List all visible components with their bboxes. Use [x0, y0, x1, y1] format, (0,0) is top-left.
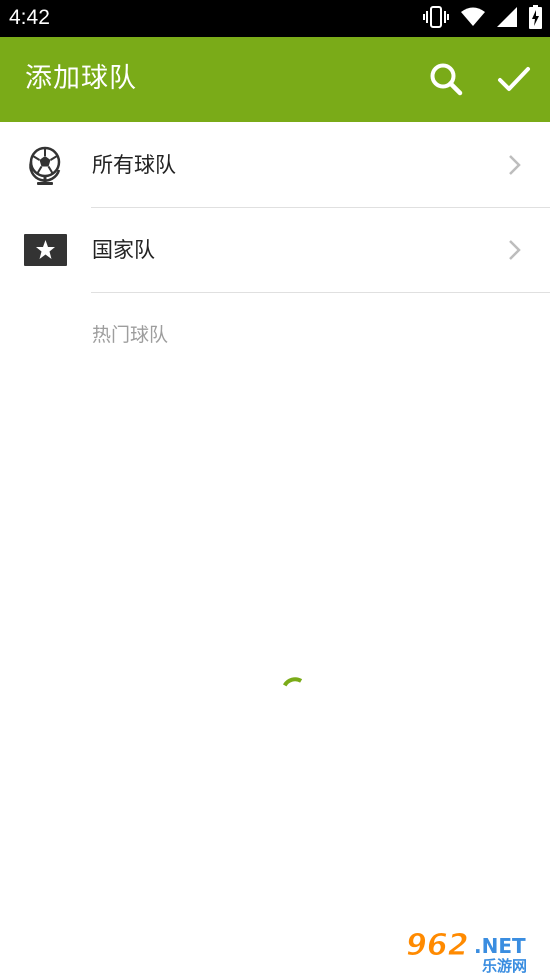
- section-header-popular-teams: 热门球队: [92, 324, 169, 346]
- vibrate-icon: [423, 6, 449, 32]
- list-item-all-teams[interactable]: 所有球队: [0, 123, 550, 208]
- svg-text:乐游网: 乐游网: [482, 957, 527, 973]
- svg-text:962: 962: [406, 928, 469, 963]
- status-icons: [423, 5, 542, 33]
- chevron-right-icon: [508, 239, 522, 261]
- chevron-right-icon: [508, 154, 522, 176]
- search-button[interactable]: [426, 59, 466, 99]
- list-item-national-teams[interactable]: 国家队: [0, 208, 550, 293]
- wifi-icon: [461, 7, 485, 31]
- divider: [91, 292, 550, 293]
- list-item-label: 国家队: [92, 238, 155, 262]
- loading-spinner: [282, 670, 306, 694]
- watermark-logo: 962 .NET 乐游网: [404, 925, 544, 976]
- search-icon: [430, 63, 463, 96]
- signal-icon: [497, 7, 517, 31]
- status-time: 4:42: [9, 6, 50, 29]
- star-flag-icon: [23, 228, 68, 273]
- confirm-button[interactable]: [494, 59, 534, 99]
- battery-charging-icon: [529, 5, 542, 33]
- list-item-label: 所有球队: [92, 153, 176, 177]
- app-bar: 添加球队: [0, 37, 550, 122]
- soccer-globe-icon: [23, 143, 68, 188]
- status-bar: 4:42: [0, 0, 550, 37]
- page-title: 添加球队: [25, 63, 137, 94]
- svg-text:.NET: .NET: [474, 934, 526, 958]
- check-icon: [498, 67, 530, 91]
